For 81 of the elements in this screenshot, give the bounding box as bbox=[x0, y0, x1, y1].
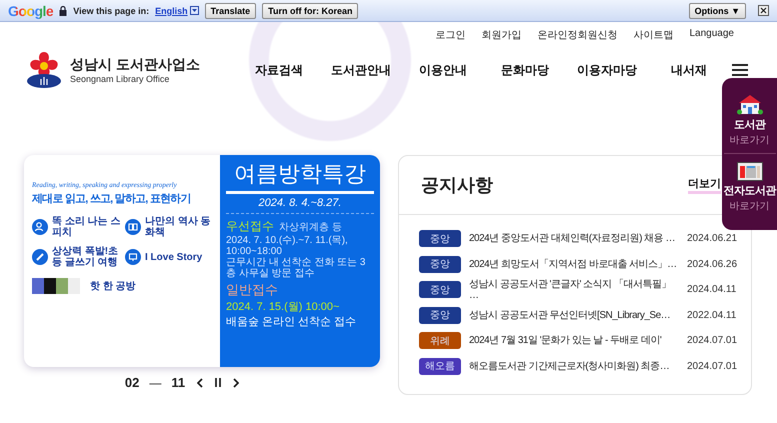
nav-item[interactable]: 내서재 bbox=[648, 62, 730, 78]
chevron-right-icon[interactable] bbox=[233, 378, 240, 388]
turn-off-button[interactable]: Turn off for: Korean bbox=[262, 2, 358, 18]
site-subtitle: Seongnam Library Office bbox=[70, 74, 170, 84]
quick-link[interactable]: 도서관 바로가기 bbox=[724, 92, 776, 153]
slide-current: 02 bbox=[124, 375, 140, 390]
pencil-icon bbox=[32, 249, 48, 265]
utility-link[interactable]: 사이트맵 bbox=[634, 28, 674, 44]
building-icon bbox=[736, 94, 762, 116]
notice-date: 2024.07.01 bbox=[687, 335, 738, 346]
dropdown-icon bbox=[190, 6, 199, 15]
program-label: I Love Story bbox=[145, 252, 202, 262]
notice-link[interactable]: 2024년 중앙도서관 대체인력(자료정리원) 채용 … bbox=[469, 233, 679, 244]
category-badge: 중앙 bbox=[419, 281, 461, 298]
lock-icon bbox=[59, 6, 68, 16]
utility-link[interactable]: 로그인 bbox=[436, 28, 466, 44]
banner-period: 2024. 8. 4.~8.27. bbox=[226, 197, 374, 214]
priority-detail: 2024. 7. 10.(수).~7. 11.(목), 10:00~18:00 bbox=[226, 235, 349, 257]
nav-item[interactable]: 도서관안내 bbox=[320, 62, 402, 78]
notice-link[interactable]: 해오름도서관 기간제근로자(청사미화원) 최종… bbox=[469, 360, 679, 372]
notice-title: 공지사항 bbox=[421, 174, 493, 197]
quick-link-title: 전자도서관 bbox=[723, 184, 776, 198]
translate-language-link[interactable]: English bbox=[155, 6, 188, 16]
nav-item[interactable]: 문화마당 bbox=[484, 62, 566, 78]
utility-link[interactable]: 온라인정회원신청 bbox=[538, 28, 618, 44]
monitor-icon bbox=[736, 162, 762, 182]
notice-date: 2024.04.11 bbox=[687, 284, 738, 296]
priority-label: 우선접수 bbox=[226, 218, 274, 235]
notice-date: 2024.07.01 bbox=[687, 360, 738, 372]
photo-placeholder bbox=[32, 278, 44, 294]
banner-card[interactable] bbox=[24, 155, 380, 367]
utility-link[interactable]: 회원가입 bbox=[482, 28, 522, 44]
notice-date: 2022.04.11 bbox=[687, 310, 738, 321]
book-icon bbox=[125, 219, 141, 235]
quick-link-subtitle: 바로가기 bbox=[730, 134, 770, 147]
screen-icon bbox=[125, 249, 141, 265]
slide-separator: — bbox=[149, 376, 162, 390]
program-label: 상상력 폭발!초등 글쓰기 여행 bbox=[52, 246, 120, 268]
banner-title: 여름방학특강 bbox=[226, 159, 374, 194]
notice-link[interactable]: 성남시 공공도서관 '큰글자' 소식지 「대서특필」 … bbox=[469, 278, 679, 301]
notice-date: 2024.06.21 bbox=[687, 233, 738, 244]
photo-placeholder bbox=[56, 278, 68, 294]
person-icon bbox=[32, 219, 48, 235]
quick-link-subtitle: 바로가기 bbox=[730, 200, 770, 213]
nav-item[interactable]: 이용자마당 bbox=[566, 62, 648, 78]
banner-heading: 제대로 읽고, 쓰고, 말하고, 표현하기 bbox=[32, 192, 192, 206]
slide-total: 11 bbox=[171, 375, 186, 390]
notice-date: 2024.06.26 bbox=[687, 258, 738, 270]
nav-item[interactable]: 자료검색 bbox=[238, 62, 320, 78]
close-icon[interactable] bbox=[758, 5, 769, 16]
category-badge: 위례 bbox=[419, 332, 461, 350]
program-label: 나만의 역사 동화책 bbox=[145, 216, 212, 238]
program-label: 핫 한 공방 bbox=[90, 280, 136, 292]
category-badge: 중앙 bbox=[419, 306, 461, 324]
category-badge: 중앙 bbox=[419, 230, 461, 248]
photo-placeholder bbox=[68, 278, 80, 294]
nav-item[interactable]: 이용안내 bbox=[402, 62, 484, 78]
general-date: 2024. 7. 15.(월) 10:00~ bbox=[226, 300, 340, 314]
utility-link[interactable]: Language bbox=[690, 28, 734, 44]
menu-icon[interactable] bbox=[732, 63, 748, 77]
priority-detail: 근무시간 내 선착순 전화 또는 3층 사무실 방문 접수 bbox=[226, 257, 366, 279]
chevron-left-icon[interactable] bbox=[197, 378, 204, 388]
quick-link[interactable]: 전자도서관 바로가기 bbox=[724, 153, 776, 219]
notice-link[interactable]: 2024년 7월 31일 '문화가 있는 날 - 두배로 데이' bbox=[469, 335, 679, 346]
general-method: 배움숲 온라인 선착순 접수 bbox=[226, 315, 358, 329]
category-badge: 중앙 bbox=[419, 256, 461, 273]
emblem-icon bbox=[24, 50, 64, 90]
notice-link[interactable]: 성남시 공공도서관 무선인터넷[SN_Library_Se… bbox=[469, 310, 679, 321]
priority-note: 차상위계층 등 bbox=[279, 221, 342, 234]
translate-button[interactable]: Translate bbox=[204, 2, 256, 18]
translate-prompt: View this page in: bbox=[73, 6, 150, 16]
photo-placeholder bbox=[44, 278, 56, 294]
pause-icon[interactable] bbox=[215, 378, 222, 387]
google-logo: Google bbox=[8, 2, 54, 18]
quick-link-title: 도서관 bbox=[734, 118, 766, 132]
site-title[interactable]: 성남시 도서관사업소 bbox=[70, 56, 200, 74]
general-label: 일반접수 bbox=[226, 281, 279, 299]
notice-link[interactable]: 2024년 희망도서「지역서점 바로대출 서비스」… bbox=[469, 258, 679, 270]
category-badge: 해오름 bbox=[419, 358, 461, 375]
options-button[interactable]: Options ▼ bbox=[688, 2, 746, 18]
program-label: 똑 소리 나는 스피치 bbox=[52, 216, 121, 238]
